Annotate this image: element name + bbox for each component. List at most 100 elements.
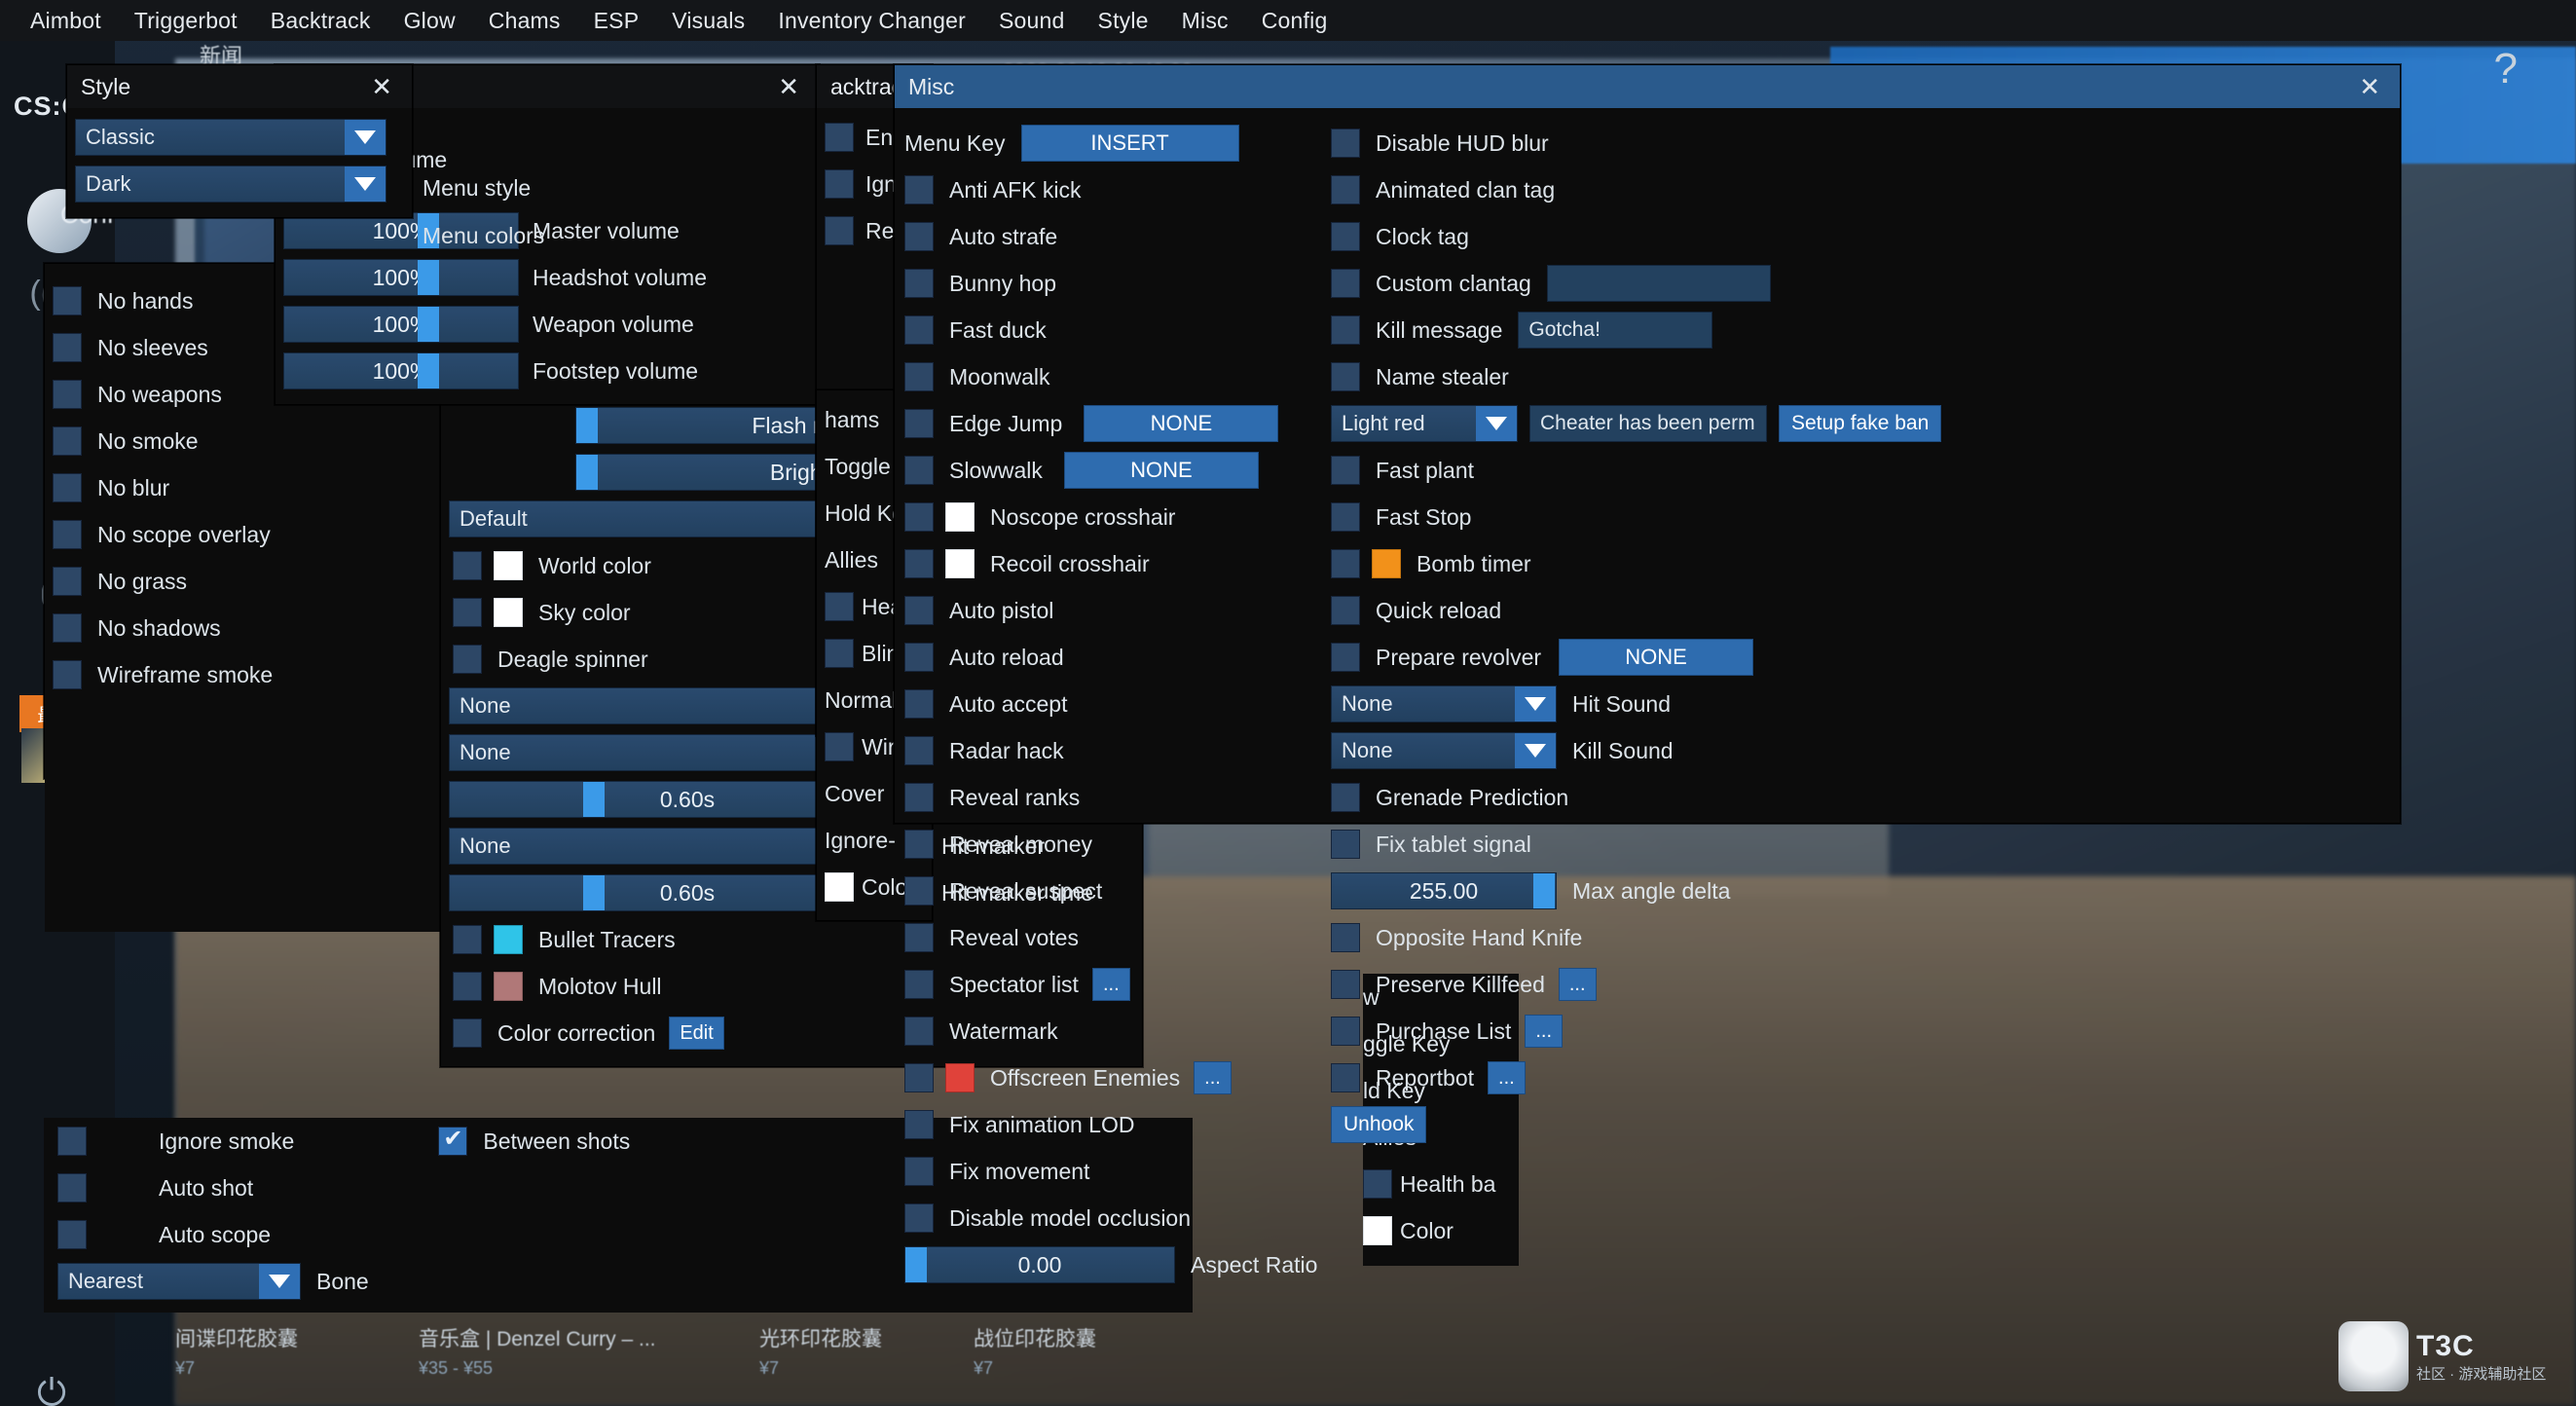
checkbox-no-grass[interactable] [53, 567, 82, 596]
custom-clantag-input[interactable] [1546, 265, 1771, 302]
menu-item-glow[interactable]: Glow [387, 8, 472, 34]
checkbox-fast-plant[interactable] [1331, 456, 1360, 485]
swatch-world-color[interactable] [494, 551, 523, 580]
checkbox-spectator-list[interactable] [904, 970, 934, 999]
unhook-button[interactable]: Unhook [1331, 1106, 1427, 1143]
spectator-list-more-button[interactable]: ... [1091, 968, 1130, 1001]
headshot-volume-row[interactable]: 100% Headshot volume [276, 254, 811, 301]
swatch-molotov-hull[interactable] [494, 972, 523, 1001]
color-correction-edit-button[interactable]: Edit [669, 1017, 724, 1050]
menu-item-backtrack[interactable]: Backtrack [254, 8, 387, 34]
misc-row[interactable]: Bomb timer [1331, 540, 2392, 587]
aspect-ratio-slider[interactable]: 0.00 [904, 1246, 1175, 1283]
hit-sound-row[interactable]: None Hit Sound [1331, 681, 2392, 727]
checkbox-no-sleeves[interactable] [53, 333, 82, 362]
checkbox-bunny-hop[interactable] [904, 269, 934, 298]
fake-ban-message-input[interactable]: Cheater has been perm [1529, 405, 1767, 442]
close-icon[interactable]: ✕ [2353, 74, 2386, 99]
misc-row[interactable]: Grenade Prediction [1331, 774, 2392, 821]
menu-style-combo[interactable]: Classic [75, 119, 386, 156]
checkbox-backtrack-ignore[interactable] [825, 169, 854, 199]
swatch-sky-color[interactable] [494, 598, 523, 627]
checkbox-grenade-prediction[interactable] [1331, 783, 1360, 812]
close-icon[interactable]: ✕ [772, 74, 805, 99]
menu-item-visuals[interactable]: Visuals [655, 8, 761, 34]
chevron-down-icon[interactable] [259, 1264, 300, 1299]
misc-row[interactable]: Clock tag [1331, 213, 2392, 260]
bone-combo[interactable]: Nearest [57, 1263, 301, 1300]
checkbox-quick-reload[interactable] [1331, 596, 1360, 625]
menu-key-button[interactable]: INSERT [1020, 125, 1239, 162]
edge-jump-key-button[interactable]: NONE [1084, 405, 1279, 442]
slider-knob[interactable] [417, 307, 439, 342]
chevron-down-icon[interactable] [1515, 686, 1556, 722]
purchase-list-more-button[interactable]: ... [1525, 1015, 1564, 1048]
misc-row[interactable]: Disable HUD blur [1331, 120, 2392, 166]
checkbox-sky-color[interactable] [453, 598, 482, 627]
checkbox-no-weapons[interactable] [53, 380, 82, 409]
chevron-down-icon[interactable] [1476, 406, 1517, 441]
slowwalk-key-button[interactable]: NONE [1063, 452, 1259, 489]
style-window[interactable]: Style ✕ Classic Dark [66, 64, 413, 218]
misc-row[interactable]: Fast plant [1331, 447, 2392, 494]
max-angle-delta-row[interactable]: 255.00 Max angle delta [1331, 868, 2392, 914]
menu-item-aimbot[interactable]: Aimbot [14, 8, 118, 34]
misc-row[interactable]: Fix tablet signal [1331, 821, 2392, 868]
kill-sound-row[interactable]: None Kill Sound [1331, 727, 2392, 774]
checkbox-bullet-tracers[interactable] [453, 925, 482, 954]
checkbox-no-blur[interactable] [53, 473, 82, 502]
checkbox-fix-tablet-signal[interactable] [1331, 830, 1360, 859]
checkbox-reportbot[interactable] [1331, 1063, 1360, 1092]
unhook-row[interactable]: Unhook [1331, 1101, 2392, 1148]
slider-knob[interactable] [905, 1247, 927, 1282]
checkbox-wireframe-smoke[interactable] [53, 660, 82, 689]
chevron-down-icon[interactable] [345, 120, 386, 155]
menu-item-chams[interactable]: Chams [472, 8, 577, 34]
weapon-volume-row[interactable]: 100% Weapon volume [276, 301, 811, 348]
checkbox-animated-clan-tag[interactable] [1331, 175, 1360, 204]
swatch-bullet-tracers[interactable] [494, 925, 523, 954]
swatch-noscope-crosshair[interactable] [945, 502, 975, 532]
misc-row[interactable]: Animated clan tag [1331, 166, 2392, 213]
checkbox-reveal-votes[interactable] [904, 923, 934, 952]
misc-row[interactable]: Fast Stop [1331, 494, 2392, 540]
checkbox-fix-movement[interactable] [904, 1157, 934, 1186]
chevron-down-icon[interactable] [345, 166, 386, 202]
checkbox-prepare-revolver[interactable] [1331, 643, 1360, 672]
power-icon[interactable]: ⏻ [37, 1373, 66, 1406]
checkbox-reveal-money[interactable] [904, 830, 934, 859]
hit-sound-combo[interactable]: None [1331, 685, 1557, 722]
preserve-killfeed-more-button[interactable]: ... [1558, 968, 1597, 1001]
misc-row[interactable]: Name stealer [1331, 353, 2392, 400]
checkbox-disable-model-occlusion[interactable] [904, 1203, 934, 1233]
checkbox-edge-jump[interactable] [904, 409, 934, 438]
checkbox-auto-strafe[interactable] [904, 222, 934, 251]
swatch-recoil-crosshair[interactable] [945, 549, 975, 578]
misc-row[interactable]: Opposite Hand Knife [1331, 914, 2392, 961]
checkbox-offscreen-enemies[interactable] [904, 1063, 934, 1092]
style-titlebar[interactable]: Style ✕ [67, 65, 412, 108]
help-icon[interactable]: ? [2494, 45, 2518, 93]
checkbox-slowwalk[interactable] [904, 456, 934, 485]
menu-style-row[interactable]: Classic [75, 114, 404, 161]
menu-item-misc[interactable]: Misc [1165, 8, 1245, 34]
slider-knob[interactable] [417, 353, 439, 388]
checkbox-fix-animation-lod[interactable] [904, 1110, 934, 1139]
checkbox-fast-duck[interactable] [904, 315, 934, 345]
checkbox-no-shadows[interactable] [53, 613, 82, 643]
misc-titlebar[interactable]: Misc ✕ [895, 65, 2400, 108]
main-menu-bar[interactable]: Aimbot Triggerbot Backtrack Glow Chams E… [0, 0, 2576, 41]
swatch-chams-color[interactable] [825, 872, 854, 902]
checkbox-color-correction[interactable] [453, 1018, 482, 1048]
misc-row[interactable]: Preserve Killfeed ... [1331, 961, 2392, 1008]
weapon-volume-slider[interactable]: 100% [283, 306, 519, 343]
checkbox-deagle-spinner[interactable] [453, 645, 482, 674]
slider-knob[interactable] [576, 408, 598, 443]
menu-item-esp[interactable]: ESP [577, 8, 656, 34]
checkbox-reveal-suspect[interactable] [904, 876, 934, 906]
headshot-volume-slider[interactable]: 100% [283, 259, 519, 296]
checkbox-chams-health[interactable] [825, 592, 854, 621]
checkbox-opposite-hand-knife[interactable] [1331, 923, 1360, 952]
kill-message-input[interactable]: Gotcha! [1518, 312, 1713, 349]
menu-colors-row[interactable]: Dark [75, 161, 404, 207]
